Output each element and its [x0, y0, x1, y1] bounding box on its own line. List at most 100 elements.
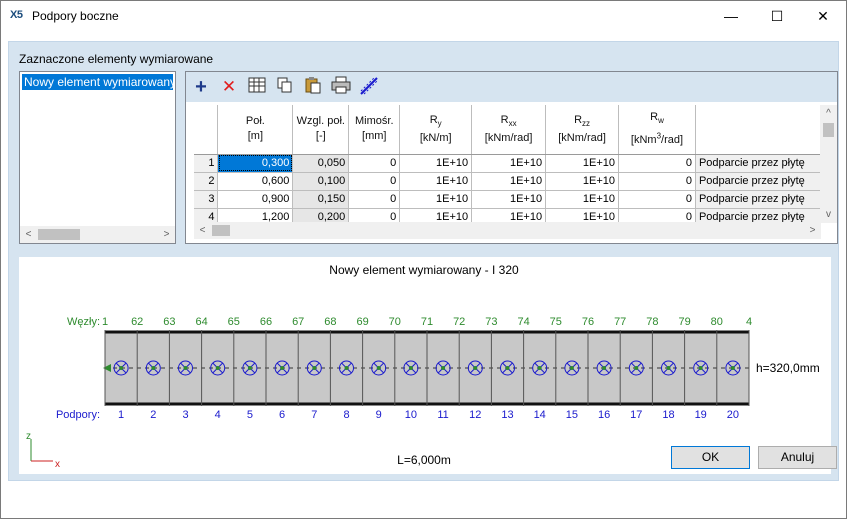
scroll-down-icon[interactable]: v [820, 206, 837, 223]
add-icon[interactable]: + [190, 76, 212, 98]
rw-cell[interactable]: 0 [618, 208, 696, 223]
relative-position-cell[interactable]: 0,200 [292, 208, 350, 223]
node-label: 73 [485, 316, 497, 328]
supports-panel: + ✕ Poł. [m] Wzgl. poł. [-] Mimośr. [mm]… [185, 71, 838, 244]
rw-cell[interactable]: 0 [618, 172, 696, 191]
node-label: 70 [389, 316, 401, 328]
rxx-cell[interactable]: 1E+10 [471, 154, 547, 173]
support-label: 12 [469, 409, 481, 421]
position-cell[interactable]: 0,300 [217, 154, 294, 173]
column-header[interactable]: Rxx [kNm/rad] [471, 105, 547, 155]
support-label: 7 [311, 409, 317, 421]
table-row[interactable]: 3 0,900 0,150 0 1E+10 1E+10 1E+10 0 Podp… [194, 190, 821, 209]
paste-icon[interactable] [302, 76, 324, 98]
columns-icon[interactable] [246, 76, 268, 98]
description-cell[interactable]: Podparcie przez płytę [695, 154, 821, 173]
support-label: 19 [695, 409, 707, 421]
scroll-left-icon[interactable]: < [20, 226, 37, 243]
rxx-cell[interactable]: 1E+10 [471, 190, 547, 209]
nodes-label: Węzły: [67, 316, 100, 328]
list-item[interactable]: Nowy element wymiarowany [22, 74, 173, 90]
minimize-button[interactable]: — [708, 1, 754, 32]
support-label: 18 [662, 409, 674, 421]
rw-cell[interactable]: 0 [618, 154, 696, 173]
section-label: Zaznaczone elementy wymiarowane [19, 52, 214, 66]
position-cell[interactable]: 1,200 [217, 208, 294, 223]
eccentricity-cell[interactable]: 0 [348, 190, 401, 209]
support-label: 2 [150, 409, 156, 421]
eccentricity-cell[interactable]: 0 [348, 208, 401, 223]
diagram-title: Nowy element wymiarowany - I 320 [329, 263, 519, 277]
ry-cell[interactable]: 1E+10 [399, 172, 473, 191]
node-label: 4 [746, 316, 752, 328]
ry-cell[interactable]: 1E+10 [399, 154, 473, 173]
relative-position-cell[interactable]: 0,150 [292, 190, 350, 209]
column-header[interactable]: Ry [kN/m] [399, 105, 473, 155]
table-vertical-scrollbar[interactable]: ^ v [820, 105, 837, 223]
copy-icon[interactable] [274, 76, 296, 98]
position-cell[interactable]: 0,600 [217, 172, 294, 191]
position-cell[interactable]: 0,900 [217, 190, 294, 209]
column-header[interactable]: Poł. [m] [217, 105, 294, 155]
scroll-left-icon[interactable]: < [194, 222, 211, 239]
column-header[interactable]: Rw [kNm3/rad] [618, 105, 696, 155]
scroll-right-icon[interactable]: > [158, 226, 175, 243]
eccentricity-cell[interactable]: 0 [348, 172, 401, 191]
node-label: 62 [131, 316, 143, 328]
column-header[interactable]: Mimośr. [mm] [348, 105, 401, 155]
scroll-thumb[interactable] [212, 225, 230, 236]
support-label: 6 [279, 409, 285, 421]
node-label: 64 [195, 316, 207, 328]
support-label: 9 [376, 409, 382, 421]
supports-table[interactable]: Poł. [m] Wzgl. poł. [-] Mimośr. [mm] Ry [kN/… [194, 105, 821, 223]
table-row[interactable]: 2 0,600 0,100 0 1E+10 1E+10 1E+10 0 Podp… [194, 172, 821, 191]
rzz-cell[interactable]: 1E+10 [545, 154, 620, 173]
list-horizontal-scrollbar[interactable]: < > [20, 226, 175, 243]
element-list[interactable]: Nowy element wymiarowany < > [19, 71, 176, 244]
toolbar: + ✕ [186, 72, 837, 102]
node-label: 72 [453, 316, 465, 328]
description-cell[interactable]: Podparcie przez płytę [695, 190, 821, 209]
rzz-cell[interactable]: 1E+10 [545, 172, 620, 191]
description-cell[interactable]: Podparcie przez płytę [695, 208, 821, 223]
rxx-cell[interactable]: 1E+10 [471, 208, 547, 223]
rw-cell[interactable]: 0 [618, 190, 696, 209]
delete-icon[interactable]: ✕ [218, 76, 240, 98]
table-row[interactable]: 1 0,300 0,050 0 1E+10 1E+10 1E+10 0 Podp… [194, 154, 821, 173]
node-label: 74 [517, 316, 529, 328]
cancel-button[interactable]: Anuluj [758, 446, 837, 469]
close-button[interactable]: ✕ [800, 1, 846, 32]
rzz-cell[interactable]: 1E+10 [545, 190, 620, 209]
node-label: 80 [711, 316, 723, 328]
app-icon: X5 [10, 9, 23, 21]
scroll-right-icon[interactable]: > [804, 222, 821, 239]
column-header[interactable]: Wzgl. poł. [-] [292, 105, 350, 155]
table-header: Poł. [m] Wzgl. poł. [-] Mimośr. [mm] Ry [kN/… [194, 105, 821, 155]
ry-cell[interactable]: 1E+10 [399, 208, 473, 223]
support-label: 4 [215, 409, 221, 421]
table-row[interactable]: 4 1,200 0,200 0 1E+10 1E+10 1E+10 0 Podp… [194, 208, 821, 223]
node-label: 63 [163, 316, 175, 328]
column-header[interactable] [695, 105, 821, 155]
table-horizontal-scrollbar[interactable]: < > [194, 222, 821, 239]
height-label: h=320,0mm [756, 361, 820, 375]
description-cell[interactable]: Podparcie przez płytę [695, 172, 821, 191]
distribute-icon[interactable] [358, 76, 380, 98]
rzz-cell[interactable]: 1E+10 [545, 208, 620, 223]
window-title: Podpory boczne [32, 9, 119, 23]
scroll-up-icon[interactable]: ^ [820, 105, 837, 122]
eccentricity-cell[interactable]: 0 [348, 154, 401, 173]
relative-position-cell[interactable]: 0,100 [292, 172, 350, 191]
ok-button[interactable]: OK [671, 446, 750, 469]
support-label: 13 [501, 409, 513, 421]
supports-label: Podpory: [56, 409, 100, 421]
rxx-cell[interactable]: 1E+10 [471, 172, 547, 191]
relative-position-cell[interactable]: 0,050 [292, 154, 350, 173]
scroll-thumb[interactable] [823, 123, 834, 137]
column-header[interactable]: Rzz [kNm/rad] [545, 105, 620, 155]
print-icon[interactable] [330, 76, 352, 98]
maximize-button[interactable]: ☐ [754, 1, 800, 32]
scroll-thumb[interactable] [38, 229, 80, 240]
ry-cell[interactable]: 1E+10 [399, 190, 473, 209]
dialog-content: Zaznaczone elementy wymiarowane Nowy ele… [8, 41, 839, 481]
